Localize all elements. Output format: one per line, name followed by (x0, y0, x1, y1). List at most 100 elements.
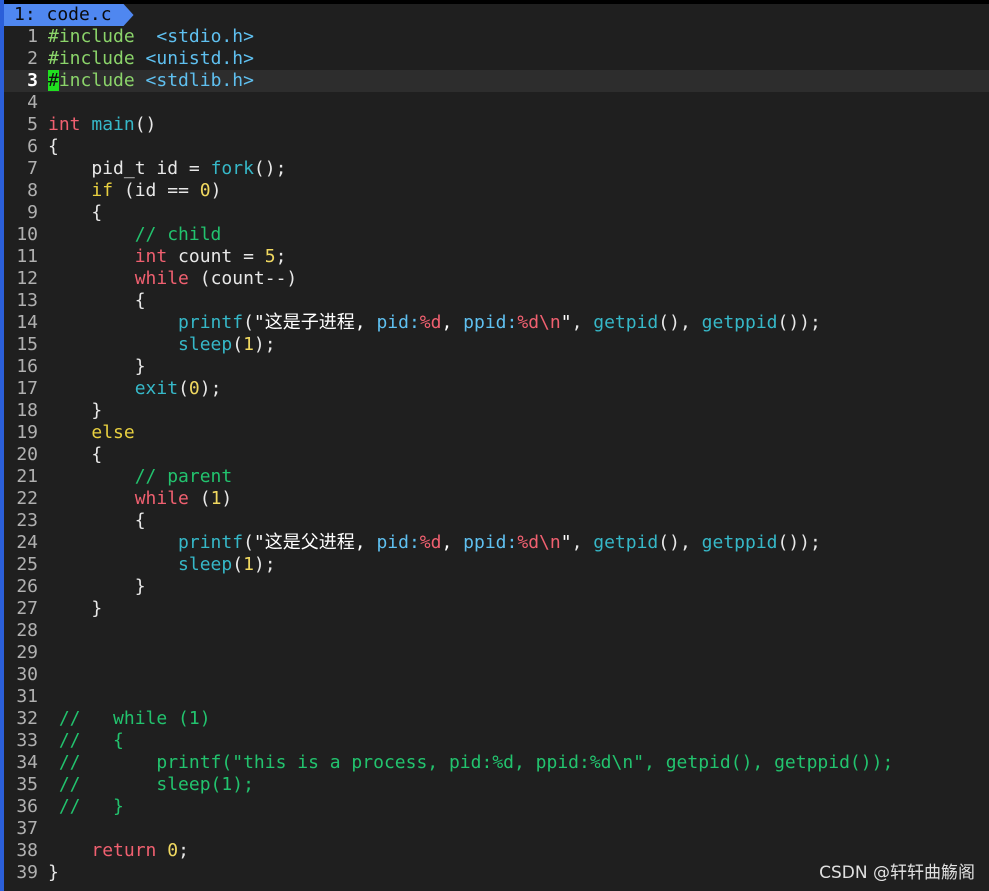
code-token: int (48, 114, 81, 135)
code-line[interactable]: 10 // child (4, 224, 989, 246)
line-code: // while (1) (48, 708, 211, 729)
code-line[interactable]: 24 printf("这是父进程, pid:%d, ppid:%d\n", ge… (4, 532, 989, 554)
line-number: 20 (16, 444, 38, 465)
code-token: 1 (210, 488, 222, 509)
line-number: 16 (16, 356, 38, 377)
code-token: %d\n (517, 312, 561, 333)
code-line[interactable]: 9 { (4, 202, 989, 224)
line-number: 37 (16, 818, 38, 839)
line-number: 27 (16, 598, 38, 619)
code-line[interactable]: 11 int count = 5; (4, 246, 989, 268)
code-token: return (91, 840, 157, 861)
code-token: getppid (701, 312, 778, 333)
code-line[interactable]: 30 (4, 664, 989, 686)
code-line[interactable]: 34 // printf("this is a process, pid:%d,… (4, 752, 989, 774)
code-token: (count--) (188, 268, 298, 289)
code-token: // while (1) (48, 708, 211, 729)
code-line[interactable]: 35 // sleep(1); (4, 774, 989, 796)
code-line[interactable]: 26 } (4, 576, 989, 598)
line-code: // printf("this is a process, pid:%d, pp… (48, 752, 893, 773)
code-line[interactable]: 1 #include <stdio.h> (4, 26, 989, 48)
line-code: // { (48, 730, 124, 751)
line-code: printf("这是子进程, pid:%d, ppid:%d\n", getpi… (48, 312, 821, 333)
code-line[interactable]: 7 pid_t id = fork(); (4, 158, 989, 180)
code-token: #include (48, 48, 135, 69)
code-line[interactable]: 14 printf("这是子进程, pid:%d, ppid:%d\n", ge… (4, 312, 989, 334)
code-token: } (48, 598, 103, 619)
code-token: // printf("this is a process, pid:%d, pp… (48, 752, 894, 773)
code-line[interactable]: 37 (4, 818, 989, 840)
code-token: { (48, 136, 59, 157)
code-line[interactable]: 18 } (4, 400, 989, 422)
line-number: 34 (16, 752, 38, 773)
code-token: 0 (199, 180, 211, 201)
line-number: 24 (16, 532, 38, 553)
code-line[interactable]: 6{ (4, 136, 989, 158)
code-token: exit (134, 378, 179, 399)
line-number: 23 (16, 510, 38, 531)
code-token: fork (210, 158, 254, 179)
line-number: 26 (16, 576, 38, 597)
line-number: 19 (16, 422, 38, 443)
code-line[interactable]: 21 // parent (4, 466, 989, 488)
code-token: ppid: (463, 312, 518, 333)
code-line[interactable]: 16 } (4, 356, 989, 378)
code-line[interactable]: 32 // while (1) (4, 708, 989, 730)
code-line[interactable]: 31 (4, 686, 989, 708)
code-token: ( (188, 488, 211, 509)
line-code: sleep(1); (48, 334, 276, 355)
code-line[interactable]: 33 // { (4, 730, 989, 752)
line-number: 33 (16, 730, 38, 751)
code-token: ()); (777, 312, 821, 333)
code-token: int (134, 246, 168, 267)
code-line[interactable]: 27 } (4, 598, 989, 620)
code-line[interactable]: 12 while (count--) (4, 268, 989, 290)
line-code: { (48, 444, 102, 465)
code-token: include (58, 70, 135, 91)
line-number: 15 (16, 334, 38, 355)
line-number: 2 (27, 48, 38, 69)
line-code: // sleep(1); (48, 774, 254, 795)
line-number: 29 (16, 642, 38, 663)
code-line[interactable]: 19 else (4, 422, 989, 444)
code-line[interactable]: 36 // } (4, 796, 989, 818)
code-line[interactable]: 3 #include <stdlib.h> (4, 70, 989, 92)
line-number: 6 (27, 136, 38, 157)
code-line[interactable]: 8 if (id == 0) (4, 180, 989, 202)
code-line[interactable]: 28 (4, 620, 989, 642)
code-token: ; (275, 246, 287, 267)
code-token: %d\n (517, 532, 561, 553)
line-number: 22 (16, 488, 38, 509)
code-token: sleep (178, 334, 233, 355)
code-token: pid: (376, 532, 420, 553)
tab-code-c[interactable]: 1: code.c (4, 4, 134, 26)
code-token: // sleep(1); (48, 774, 254, 795)
line-number: 7 (27, 158, 38, 179)
line-code: int main() (48, 114, 156, 135)
code-line[interactable]: 5 int main() (4, 114, 989, 136)
code-line[interactable]: 13 { (4, 290, 989, 312)
code-line[interactable]: 17 exit(0); (4, 378, 989, 400)
line-code: while (count--) (48, 268, 298, 289)
line-number: 32 (16, 708, 38, 729)
line-number: 9 (27, 202, 38, 223)
code-token: ) (210, 180, 222, 201)
code-line[interactable]: 23 { (4, 510, 989, 532)
code-line[interactable]: 25 sleep(1); (4, 554, 989, 576)
code-line[interactable]: 22 while (1) (4, 488, 989, 510)
code-line[interactable]: 15 sleep(1); (4, 334, 989, 356)
line-number: 10 (16, 224, 38, 245)
code-line[interactable]: 20 { (4, 444, 989, 466)
code-token: 1 (243, 554, 254, 575)
code-editor[interactable]: 1 #include <stdio.h> 2 #include <unistd.h> 3… (4, 26, 989, 884)
code-line[interactable]: 29 (4, 642, 989, 664)
line-code: // parent (48, 466, 233, 487)
code-token: getpid (593, 312, 659, 333)
code-line[interactable]: 4 (4, 92, 989, 114)
code-line[interactable]: 2 #include <unistd.h> (4, 48, 989, 70)
